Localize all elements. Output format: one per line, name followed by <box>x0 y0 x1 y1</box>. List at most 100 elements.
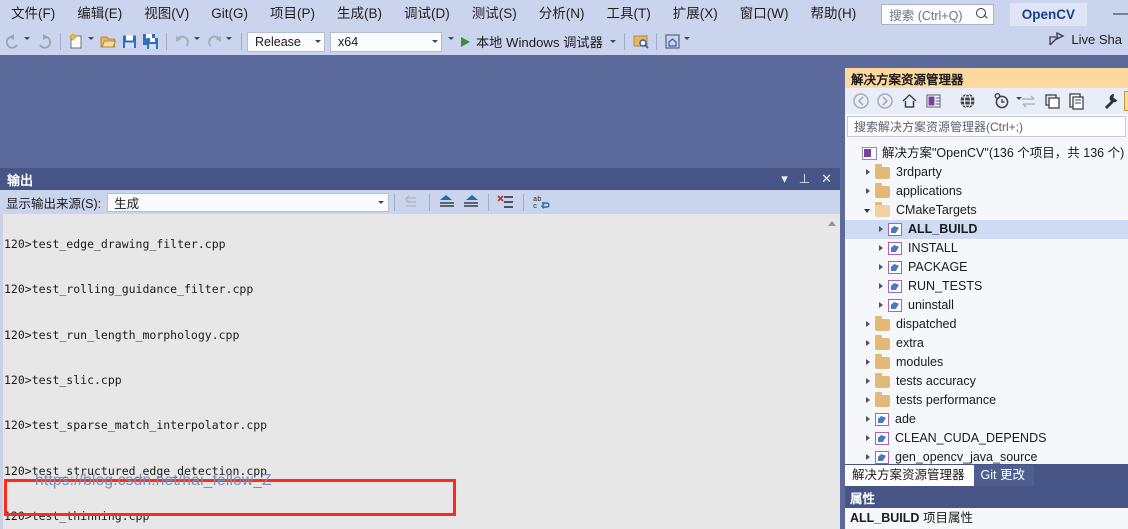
tree-row-tests-performance[interactable]: tests performance <box>845 391 1128 410</box>
expander-icon[interactable] <box>862 185 875 198</box>
undo-dropdown-icon[interactable] <box>193 28 201 55</box>
tree-row-all-build[interactable]: ALL_BUILD <box>845 220 1128 239</box>
menu-git[interactable]: Git(G) <box>200 1 259 27</box>
tree-row-3rdparty[interactable]: 3rdparty <box>845 163 1128 182</box>
tree-row-modules[interactable]: modules <box>845 353 1128 372</box>
visual-studio-window: 文件(F) 编辑(E) 视图(V) Git(G) 项目(P) 生成(B) 调试(… <box>0 0 1128 529</box>
expander-icon[interactable] <box>862 451 875 464</box>
expander-icon[interactable] <box>862 356 875 369</box>
new-project-icon[interactable] <box>67 32 86 51</box>
toolbar-overflow-2-icon[interactable] <box>683 28 691 55</box>
output-source-combo[interactable]: 生成 <box>107 192 390 212</box>
expander-icon[interactable] <box>862 394 875 407</box>
navigate-back-dropdown-icon[interactable] <box>23 28 31 55</box>
save-icon[interactable] <box>120 32 139 51</box>
previous-message-icon[interactable] <box>437 193 457 211</box>
expander-icon[interactable] <box>862 204 875 217</box>
properties-wrench-icon[interactable] <box>1100 91 1121 111</box>
tree-row-ade[interactable]: ade <box>845 410 1128 429</box>
tree-row-gen-opencv-java-source[interactable]: gen_opencv_java_source <box>845 448 1128 464</box>
home-view-icon[interactable] <box>663 32 682 51</box>
expander-icon[interactable] <box>875 223 888 236</box>
folder-open-icon <box>875 202 890 217</box>
menu-build[interactable]: 生成(B) <box>326 1 393 27</box>
undo-icon[interactable] <box>173 32 192 51</box>
menu-extensions[interactable]: 扩展(X) <box>662 1 729 27</box>
tree-row-package[interactable]: PACKAGE <box>845 258 1128 277</box>
attach-to-process-icon[interactable] <box>631 32 650 51</box>
redo-icon[interactable] <box>205 32 224 51</box>
menu-window[interactable]: 窗口(W) <box>729 1 800 27</box>
tree-row-cmaketargets[interactable]: CMakeTargets <box>845 201 1128 220</box>
expander-icon[interactable] <box>862 375 875 388</box>
navigate-forward-icon[interactable] <box>35 32 54 51</box>
view-code-icon[interactable] <box>1066 91 1087 111</box>
expander-icon[interactable] <box>875 261 888 274</box>
menu-tools[interactable]: 工具(T) <box>596 1 662 27</box>
navigate-back-icon[interactable] <box>3 32 22 51</box>
navigate-back-group[interactable] <box>2 28 55 55</box>
back-icon[interactable] <box>851 91 872 111</box>
redo-dropdown-icon[interactable] <box>225 28 233 55</box>
expander-icon[interactable] <box>875 299 888 312</box>
tree-row-tests-accuracy[interactable]: tests accuracy <box>845 372 1128 391</box>
show-all-files-icon[interactable] <box>923 91 944 111</box>
go-to-message-icon[interactable] <box>402 193 422 211</box>
clear-output-icon[interactable] <box>496 193 516 211</box>
sync-icon[interactable] <box>1018 91 1039 111</box>
tree-row-applications[interactable]: applications <box>845 182 1128 201</box>
solution-explorer-tree[interactable]: 解决方案"OpenCV"(136 个项目，共 136 个) 3rdparty a… <box>845 144 1128 464</box>
forward-icon[interactable] <box>875 91 896 111</box>
collapse-all-icon[interactable] <box>1042 91 1063 111</box>
menu-debug[interactable]: 调试(D) <box>393 1 461 27</box>
tree-row-dispatched[interactable]: dispatched <box>845 315 1128 334</box>
output-window-close-icon[interactable]: ✕ <box>821 172 832 186</box>
scroll-up-icon[interactable] <box>827 221 836 226</box>
new-project-dropdown-icon[interactable] <box>87 28 95 55</box>
output-vertical-scrollbar[interactable] <box>823 214 840 529</box>
expander-icon[interactable] <box>862 413 875 426</box>
tree-row-solution-root[interactable]: 解决方案"OpenCV"(136 个项目，共 136 个) <box>845 144 1128 163</box>
expander-icon[interactable] <box>875 280 888 293</box>
menu-view[interactable]: 视图(V) <box>133 1 200 27</box>
expander-icon[interactable] <box>862 318 875 331</box>
tree-row-clean-cuda-depends[interactable]: CLEAN_CUDA_DEPENDS <box>845 429 1128 448</box>
tab-solution-explorer[interactable]: 解决方案资源管理器 <box>845 465 974 486</box>
tree-row-extra[interactable]: extra <box>845 334 1128 353</box>
home-icon[interactable] <box>899 91 920 111</box>
menu-edit[interactable]: 编辑(E) <box>66 1 133 27</box>
menu-analyze[interactable]: 分析(N) <box>528 1 596 27</box>
start-debug-button[interactable]: 本地 Windows 调试器 <box>458 31 619 52</box>
expander-icon[interactable] <box>875 242 888 255</box>
toolbar-overflow-icon[interactable] <box>447 28 455 55</box>
expander-icon[interactable] <box>849 147 862 160</box>
solution-configuration-combo[interactable]: Release <box>247 31 325 52</box>
tree-row-run-tests[interactable]: RUN_TESTS <box>845 277 1128 296</box>
tree-row-uninstall[interactable]: uninstall <box>845 296 1128 315</box>
minimize-panel-icon[interactable] <box>1124 91 1128 111</box>
expander-icon[interactable] <box>862 166 875 179</box>
menu-file[interactable]: 文件(F) <box>0 1 66 27</box>
pending-changes-icon[interactable] <box>991 91 1012 111</box>
next-message-icon[interactable] <box>461 193 481 211</box>
minimize-button[interactable]: — <box>1113 5 1128 23</box>
output-window-pin-icon[interactable]: ⊥ <box>799 172 810 186</box>
menu-project[interactable]: 项目(P) <box>259 1 326 27</box>
open-file-icon[interactable] <box>99 32 118 51</box>
save-all-icon[interactable] <box>141 32 160 51</box>
menu-test[interactable]: 测试(S) <box>461 1 528 27</box>
chevron-down-icon[interactable] <box>609 40 616 43</box>
toggle-word-wrap-icon[interactable]: ab c <box>531 193 551 211</box>
expander-icon[interactable] <box>862 337 875 350</box>
live-share-button[interactable]: Live Sha <box>1049 31 1122 47</box>
solution-platform-combo[interactable]: x64 <box>330 31 442 52</box>
tab-git-changes[interactable]: Git 更改 <box>973 465 1034 486</box>
output-window-dropdown-icon[interactable]: ▾ <box>781 172 788 186</box>
menu-help[interactable]: 帮助(H) <box>799 1 867 27</box>
tree-row-install[interactable]: INSTALL <box>845 239 1128 258</box>
output-toolbar-separator <box>394 193 396 211</box>
quick-launch-search[interactable]: 搜索 (Ctrl+Q) <box>881 3 994 25</box>
globe-icon[interactable] <box>957 91 978 111</box>
solution-explorer-search[interactable]: 搜索解决方案资源管理器(Ctrl+;) <box>847 116 1126 137</box>
expander-icon[interactable] <box>862 432 875 445</box>
